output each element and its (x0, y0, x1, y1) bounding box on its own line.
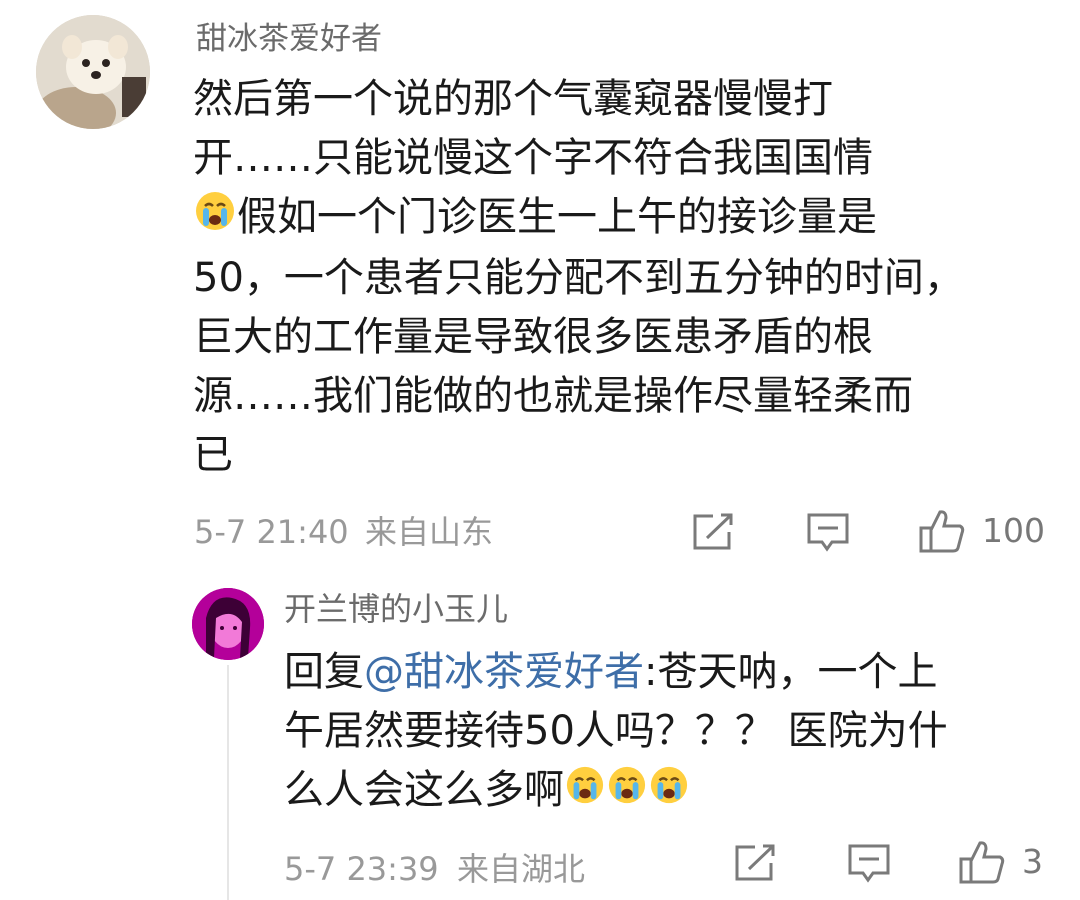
comment-icon (807, 513, 849, 552)
reply-prefix: 回复 (284, 649, 364, 695)
avatar[interactable] (36, 15, 150, 129)
thread-line (227, 665, 229, 900)
comment-line: 假如一个门诊医生一上午的接诊量是 (193, 188, 964, 249)
comment-line: 开……只能说慢这个字不符合我国国情 (193, 135, 873, 181)
pomeranian-dog-avatar-icon (36, 15, 150, 129)
reply-button[interactable] (847, 843, 891, 887)
comment-body: 然后第一个说的那个气囊窥器慢慢打 开……只能说慢这个字不符合我国国情 假如一个门… (193, 70, 964, 485)
username[interactable]: 甜冰茶爱好者 (196, 18, 382, 60)
girl-pink-avatar-icon (192, 588, 264, 660)
like-button[interactable] (918, 508, 966, 558)
reply-button[interactable] (806, 512, 850, 556)
mention-link[interactable]: @甜冰茶爱好者 (364, 649, 644, 695)
comment-line: 巨大的工作量是导致很多医患矛盾的根 (193, 313, 873, 360)
comment-line: 源……我们能做的也就是操作尽量轻柔而 (193, 372, 913, 419)
crying-face-emoji (565, 763, 605, 822)
comment-line: 然后第一个说的那个气囊窥器慢慢打 (193, 76, 833, 122)
share-button[interactable] (691, 512, 735, 556)
like-button[interactable] (958, 839, 1006, 889)
share-button[interactable] (733, 843, 777, 887)
comment-line: 已 (193, 431, 233, 478)
comment-line: 午居然要接待50人吗？？？ 医院为什 (284, 708, 948, 754)
thumbs-up-icon (959, 841, 1005, 884)
share-icon (735, 844, 775, 881)
comment-line-text: 么人会这么多啊 (284, 767, 564, 813)
comment-location: 来自山东 (365, 513, 494, 551)
comment-time: 5-7 21:40 (194, 513, 349, 551)
comment-body: 回复@甜冰茶爱好者:苍天呐，一个上 午居然要接待50人吗？？？ 医院为什 么人会… (284, 643, 948, 822)
comment-time: 5-7 23:39 (284, 850, 439, 888)
like-count: 100 (982, 511, 1045, 550)
comment-line-text: 假如一个门诊医生一上午的接诊量是 (237, 194, 877, 240)
like-count: 3 (1022, 842, 1043, 881)
comment-line: 回复@甜冰茶爱好者:苍天呐，一个上 (284, 643, 948, 702)
crying-face-emoji (607, 763, 647, 822)
share-icon (693, 513, 733, 550)
crying-face-emoji (194, 190, 236, 249)
comment-line-text: :苍天呐，一个上 (644, 649, 938, 695)
comment-line: 么人会这么多啊 (284, 761, 948, 822)
crying-face-emoji (649, 763, 689, 822)
comment-icon (848, 844, 890, 883)
comment-line: 50，一个患者只能分配不到五分钟的时间， (193, 254, 964, 301)
username[interactable]: 开兰博的小玉儿 (284, 588, 508, 630)
comment-location: 来自湖北 (457, 850, 586, 888)
thumbs-up-icon (919, 510, 965, 553)
avatar[interactable] (192, 588, 264, 660)
